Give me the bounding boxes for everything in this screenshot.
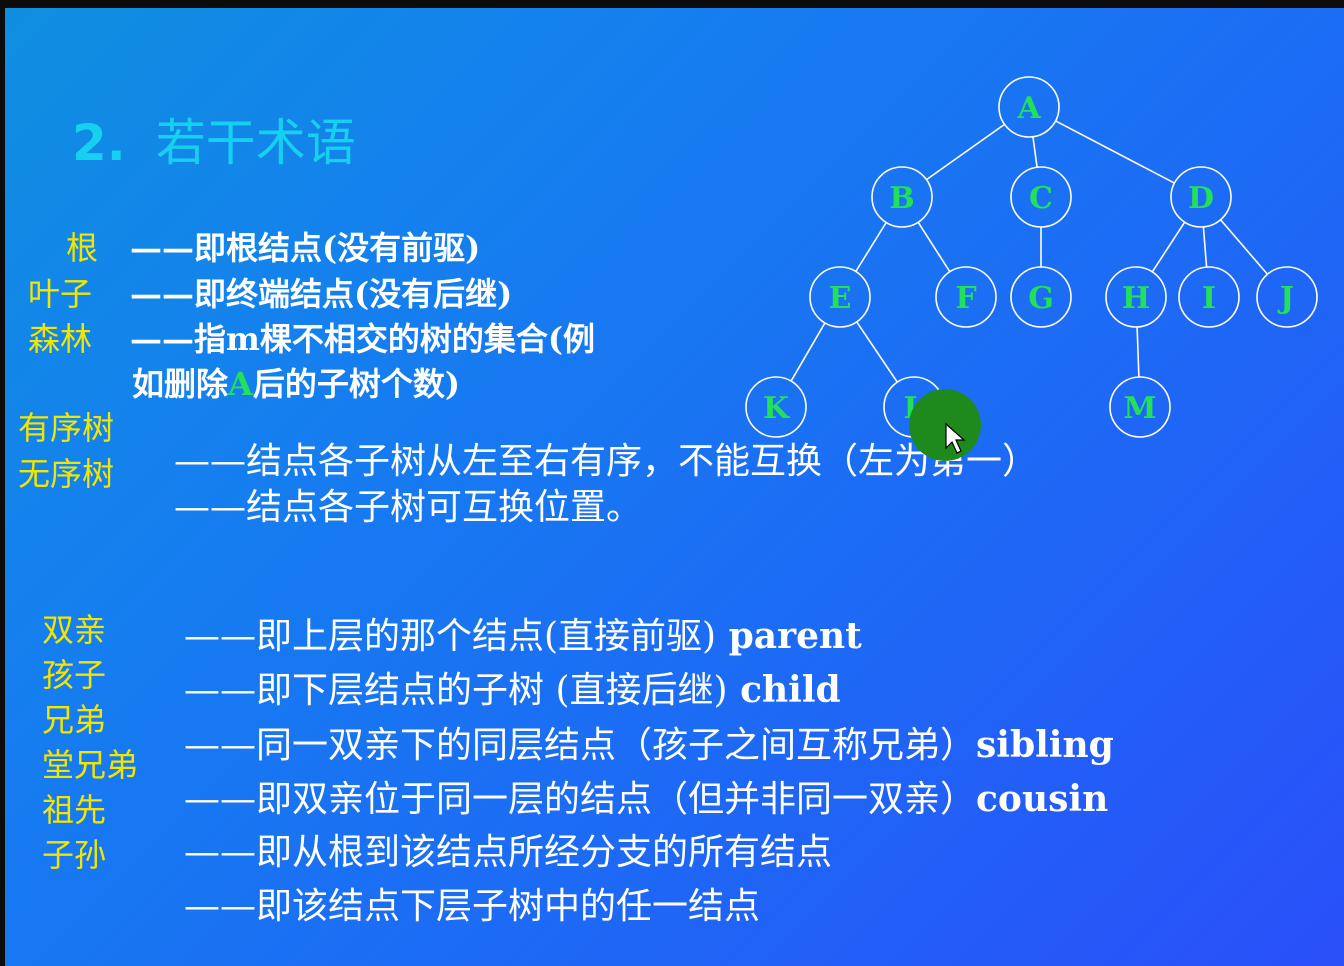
tree-node-i: I	[1178, 266, 1240, 328]
tree-node-label-h: H	[1122, 281, 1150, 316]
tree-node-c: C	[1010, 166, 1072, 228]
tree-node-b: B	[871, 166, 933, 228]
tree-node-d: D	[1170, 166, 1232, 228]
tree-edge-a-c	[1032, 136, 1038, 168]
tree-edge-d-i	[1202, 226, 1208, 268]
tree-node-label-i: I	[1202, 281, 1216, 316]
tree-edge-e-k	[790, 322, 826, 382]
tree-node-label-j: J	[1277, 281, 1294, 316]
tree-edge-b-f	[917, 221, 951, 273]
tree-node-label-k: K	[763, 391, 790, 426]
tree-node-label-b: B	[889, 181, 914, 216]
tree-node-f: F	[935, 266, 997, 328]
tree-edge-e-l	[856, 321, 898, 383]
tree-edge-d-j	[1219, 219, 1269, 275]
tree-edge-b-e	[855, 222, 887, 272]
tree-node-label-g: G	[1028, 281, 1054, 316]
tree-node-j: J	[1256, 266, 1318, 328]
tree-node-label-a: A	[1016, 91, 1041, 126]
slide: 2. 若干术语 根 ——即根结点(没有前驱) 叶子 ——即终端结点(没有后继) 森…	[0, 0, 1344, 966]
tree-node-e: E	[809, 266, 871, 328]
tree-edge-a-b	[926, 123, 1005, 181]
tree-node-m: M	[1109, 376, 1171, 438]
tree-node-g: G	[1010, 266, 1072, 328]
tree-diagram: ABCDEFGHIJKLM	[745, 76, 1318, 461]
tree-edge-h-m	[1136, 326, 1140, 378]
tree-edge-a-d	[1055, 120, 1175, 184]
tree-node-label-e: E	[829, 281, 852, 316]
tree-node-label-f: F	[955, 281, 976, 316]
cursor-highlight	[909, 389, 981, 461]
tree-node-h: H	[1105, 266, 1167, 328]
tree-node-k: K	[745, 376, 807, 438]
tree-edge-d-h	[1151, 221, 1186, 273]
tree-node-a: A	[998, 76, 1060, 138]
tree-node-label-c: C	[1029, 181, 1053, 216]
tree-node-label-d: D	[1188, 181, 1214, 216]
tree-node-label-m: M	[1123, 391, 1156, 426]
